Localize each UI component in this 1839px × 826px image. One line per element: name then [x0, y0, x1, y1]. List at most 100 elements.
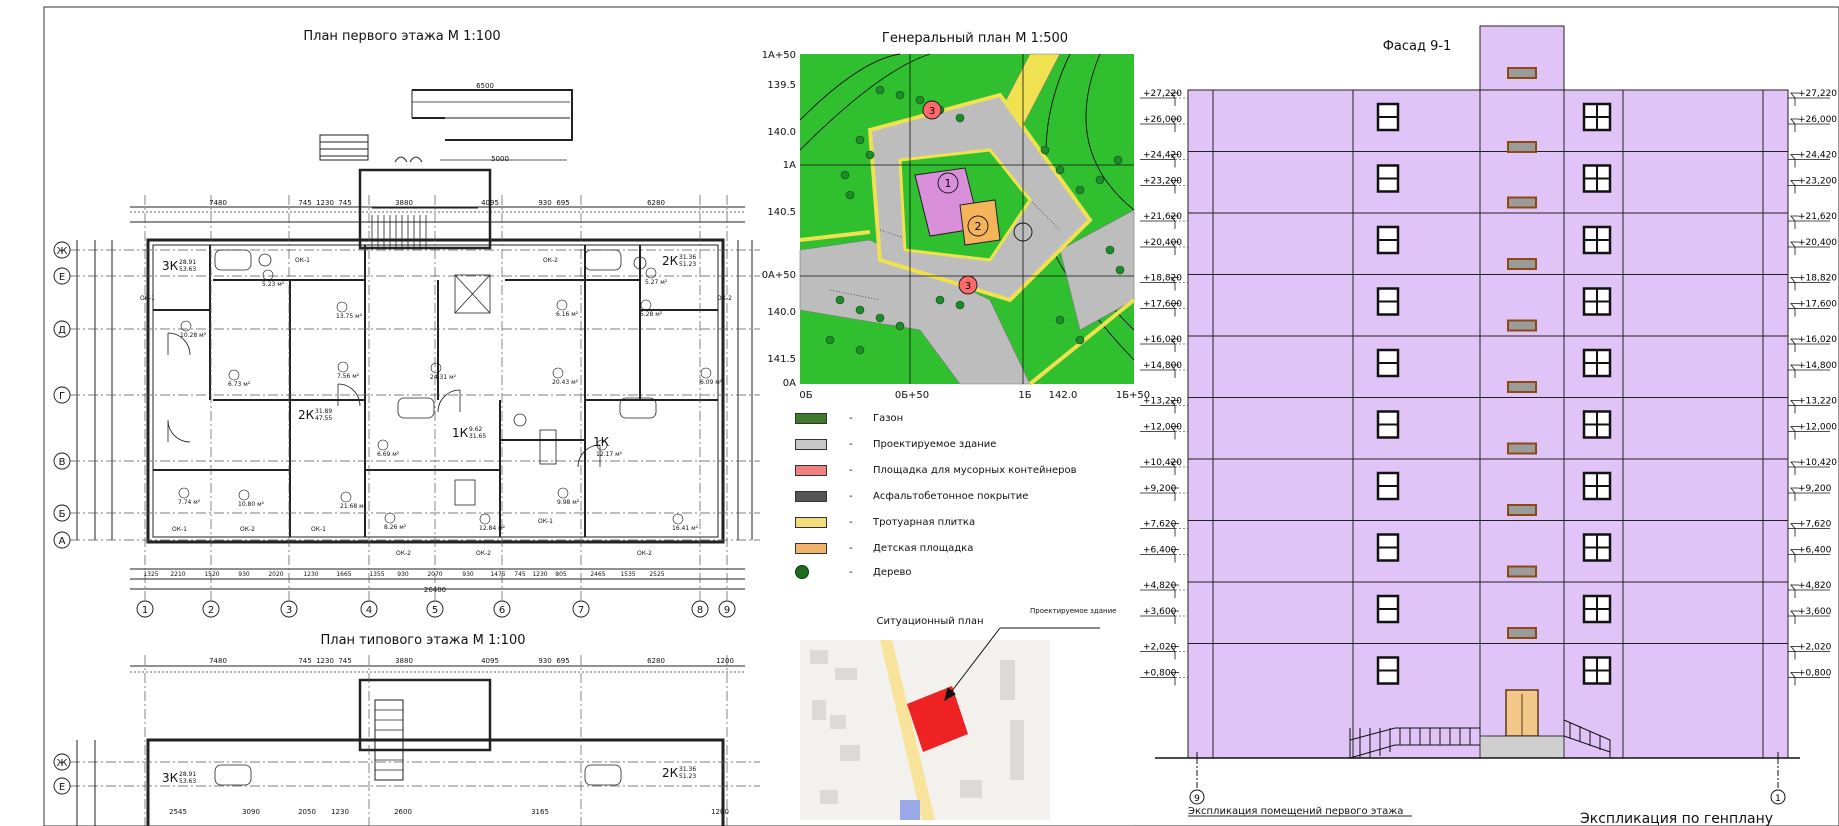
dim-label: 1230 [316, 199, 334, 207]
explication-genplan-title: Экспликация по генплану [1580, 811, 1773, 826]
axis-label: 8 [697, 605, 703, 616]
window-tag: ОК-1 [140, 295, 155, 302]
plan-total-dim: 26400 [424, 586, 446, 594]
stair-window [1507, 319, 1537, 332]
genplan-col-label: 1Б+50 [1116, 390, 1150, 401]
legend-label: Площадка для мусорных контейнеров [873, 464, 1077, 476]
axis-bubble-bottom: 9 [718, 600, 736, 618]
dim-label: 745 [338, 657, 351, 665]
axis-label: 5 [432, 605, 438, 616]
legend-item: - Газон [795, 410, 903, 426]
designed-building-callout: Проектируемое здание [1030, 607, 1116, 615]
level-label: +24,420 [1143, 151, 1182, 161]
apartment-total-area: 53.63 [179, 778, 196, 785]
room-area: 8.26 м² [384, 524, 407, 531]
stair-window [1507, 381, 1537, 393]
legend-item: - Детская площадка [795, 540, 973, 556]
facade-window [1582, 533, 1612, 562]
apartment-total-area: 47.55 [315, 415, 332, 422]
axis-bubble-bottom: 1 [136, 600, 154, 618]
axis-label: Д [58, 325, 66, 336]
axis-bubble-bottom: 2 [202, 600, 220, 618]
dim-label: 745 [298, 199, 311, 207]
level-label: +24,420 [1798, 151, 1837, 161]
axis-bubble-left: Г [53, 386, 71, 404]
room-area: 7.56 м² [337, 373, 360, 380]
level-label: +12,000 [1798, 423, 1837, 433]
apartment-type: 1К [593, 435, 610, 449]
facade-axis-label-1: 1 [1775, 794, 1781, 804]
apartment-total-area: 51.23 [679, 261, 696, 268]
dim-label: 1475 [490, 571, 505, 578]
marker-1: 1 [945, 177, 952, 190]
room-area: 5.23 м² [262, 281, 285, 288]
level-label: +12,000 [1143, 423, 1182, 433]
facade-window [1376, 471, 1400, 501]
level-label: +16,020 [1143, 335, 1182, 345]
level-label: +4,820 [1798, 581, 1832, 591]
facade-window [1376, 225, 1400, 255]
genplan-row-label: 0А+50 [762, 270, 796, 281]
stair-window [1507, 196, 1537, 209]
window-tag: ОК-1 [538, 518, 553, 525]
apartment-living-area: 9.62 [469, 426, 483, 433]
level-label: +4,820 [1143, 581, 1177, 591]
dim-label: 1230 [532, 571, 547, 578]
axis-bubble-left: Ж [53, 241, 71, 259]
legend-label: Детская площадка [873, 542, 974, 554]
room-area: 9.98 м² [557, 499, 580, 506]
axis-bubble-bottom: 6 [493, 600, 511, 618]
facade-window [1376, 594, 1400, 624]
facade-axis-label-9: 9 [1194, 794, 1200, 804]
legend-swatch [795, 412, 827, 424]
room-area: 20.43 м² [552, 379, 579, 386]
axis-label: В [59, 457, 66, 468]
explication-first-floor-title: Экспликация помещений первого этажа [1188, 806, 1403, 817]
level-label: +20,400 [1143, 238, 1182, 248]
dim-label: 695 [556, 199, 569, 207]
dim-label: 930 [462, 571, 474, 578]
stair-window [1507, 141, 1537, 153]
apartment-tag: 2К 31.3651.23 [662, 254, 696, 268]
level-label: +9,200 [1798, 484, 1832, 494]
axis-bubble-left: Б [53, 504, 71, 522]
level-label: +7,620 [1798, 520, 1832, 530]
typical-floor-plan-title: План типового этажа М 1:100 [321, 633, 526, 648]
level-label: +14,800 [1143, 361, 1182, 371]
apartment-tag: 3К 28.9153.63 [162, 259, 196, 273]
marker-3a: 3 [929, 106, 935, 117]
situation-plan-title: Ситуационный план [876, 616, 983, 627]
dim-label: 930 [538, 657, 551, 665]
axis-label: 6 [499, 605, 505, 616]
stair-window [1507, 442, 1537, 455]
axis-label: 4 [366, 605, 372, 616]
facade-window [1582, 225, 1612, 255]
room-area: 6.16 м² [556, 311, 579, 318]
axis-bubble-bottom: 8 [691, 600, 709, 618]
window-tag: ОК-2 [240, 526, 255, 533]
level-label: +10,420 [1143, 458, 1182, 468]
stair-window [1507, 67, 1537, 79]
dim-label: 1355 [369, 571, 384, 578]
genplan-row-label: 1А+50 [762, 50, 796, 61]
dim-label: 7480 [209, 657, 227, 665]
window-tag: ОК-2 [396, 550, 411, 557]
axis-bubble-bottom: 5 [426, 600, 444, 618]
level-label: +9,200 [1143, 484, 1177, 494]
dim-label: 3090 [242, 808, 260, 816]
legend-label: Дерево [873, 566, 912, 578]
legend-dash: - [849, 438, 853, 450]
level-label: +6,400 [1143, 546, 1177, 556]
dim-label: 2525 [649, 571, 664, 578]
level-label: +23,200 [1143, 177, 1182, 187]
level-label: +27,220 [1143, 89, 1182, 99]
room-area: 5.27 м² [645, 279, 668, 286]
room-area: 6.69 м² [377, 451, 400, 458]
axis-label: 2 [208, 605, 214, 616]
level-label: +20,400 [1798, 238, 1837, 248]
level-label: +23,200 [1798, 177, 1837, 187]
facade-window [1582, 471, 1612, 501]
dim-label: 3880 [395, 199, 413, 207]
apartment-tag: 1К 9.6231.65 [452, 426, 486, 440]
facade-window [1582, 656, 1612, 685]
